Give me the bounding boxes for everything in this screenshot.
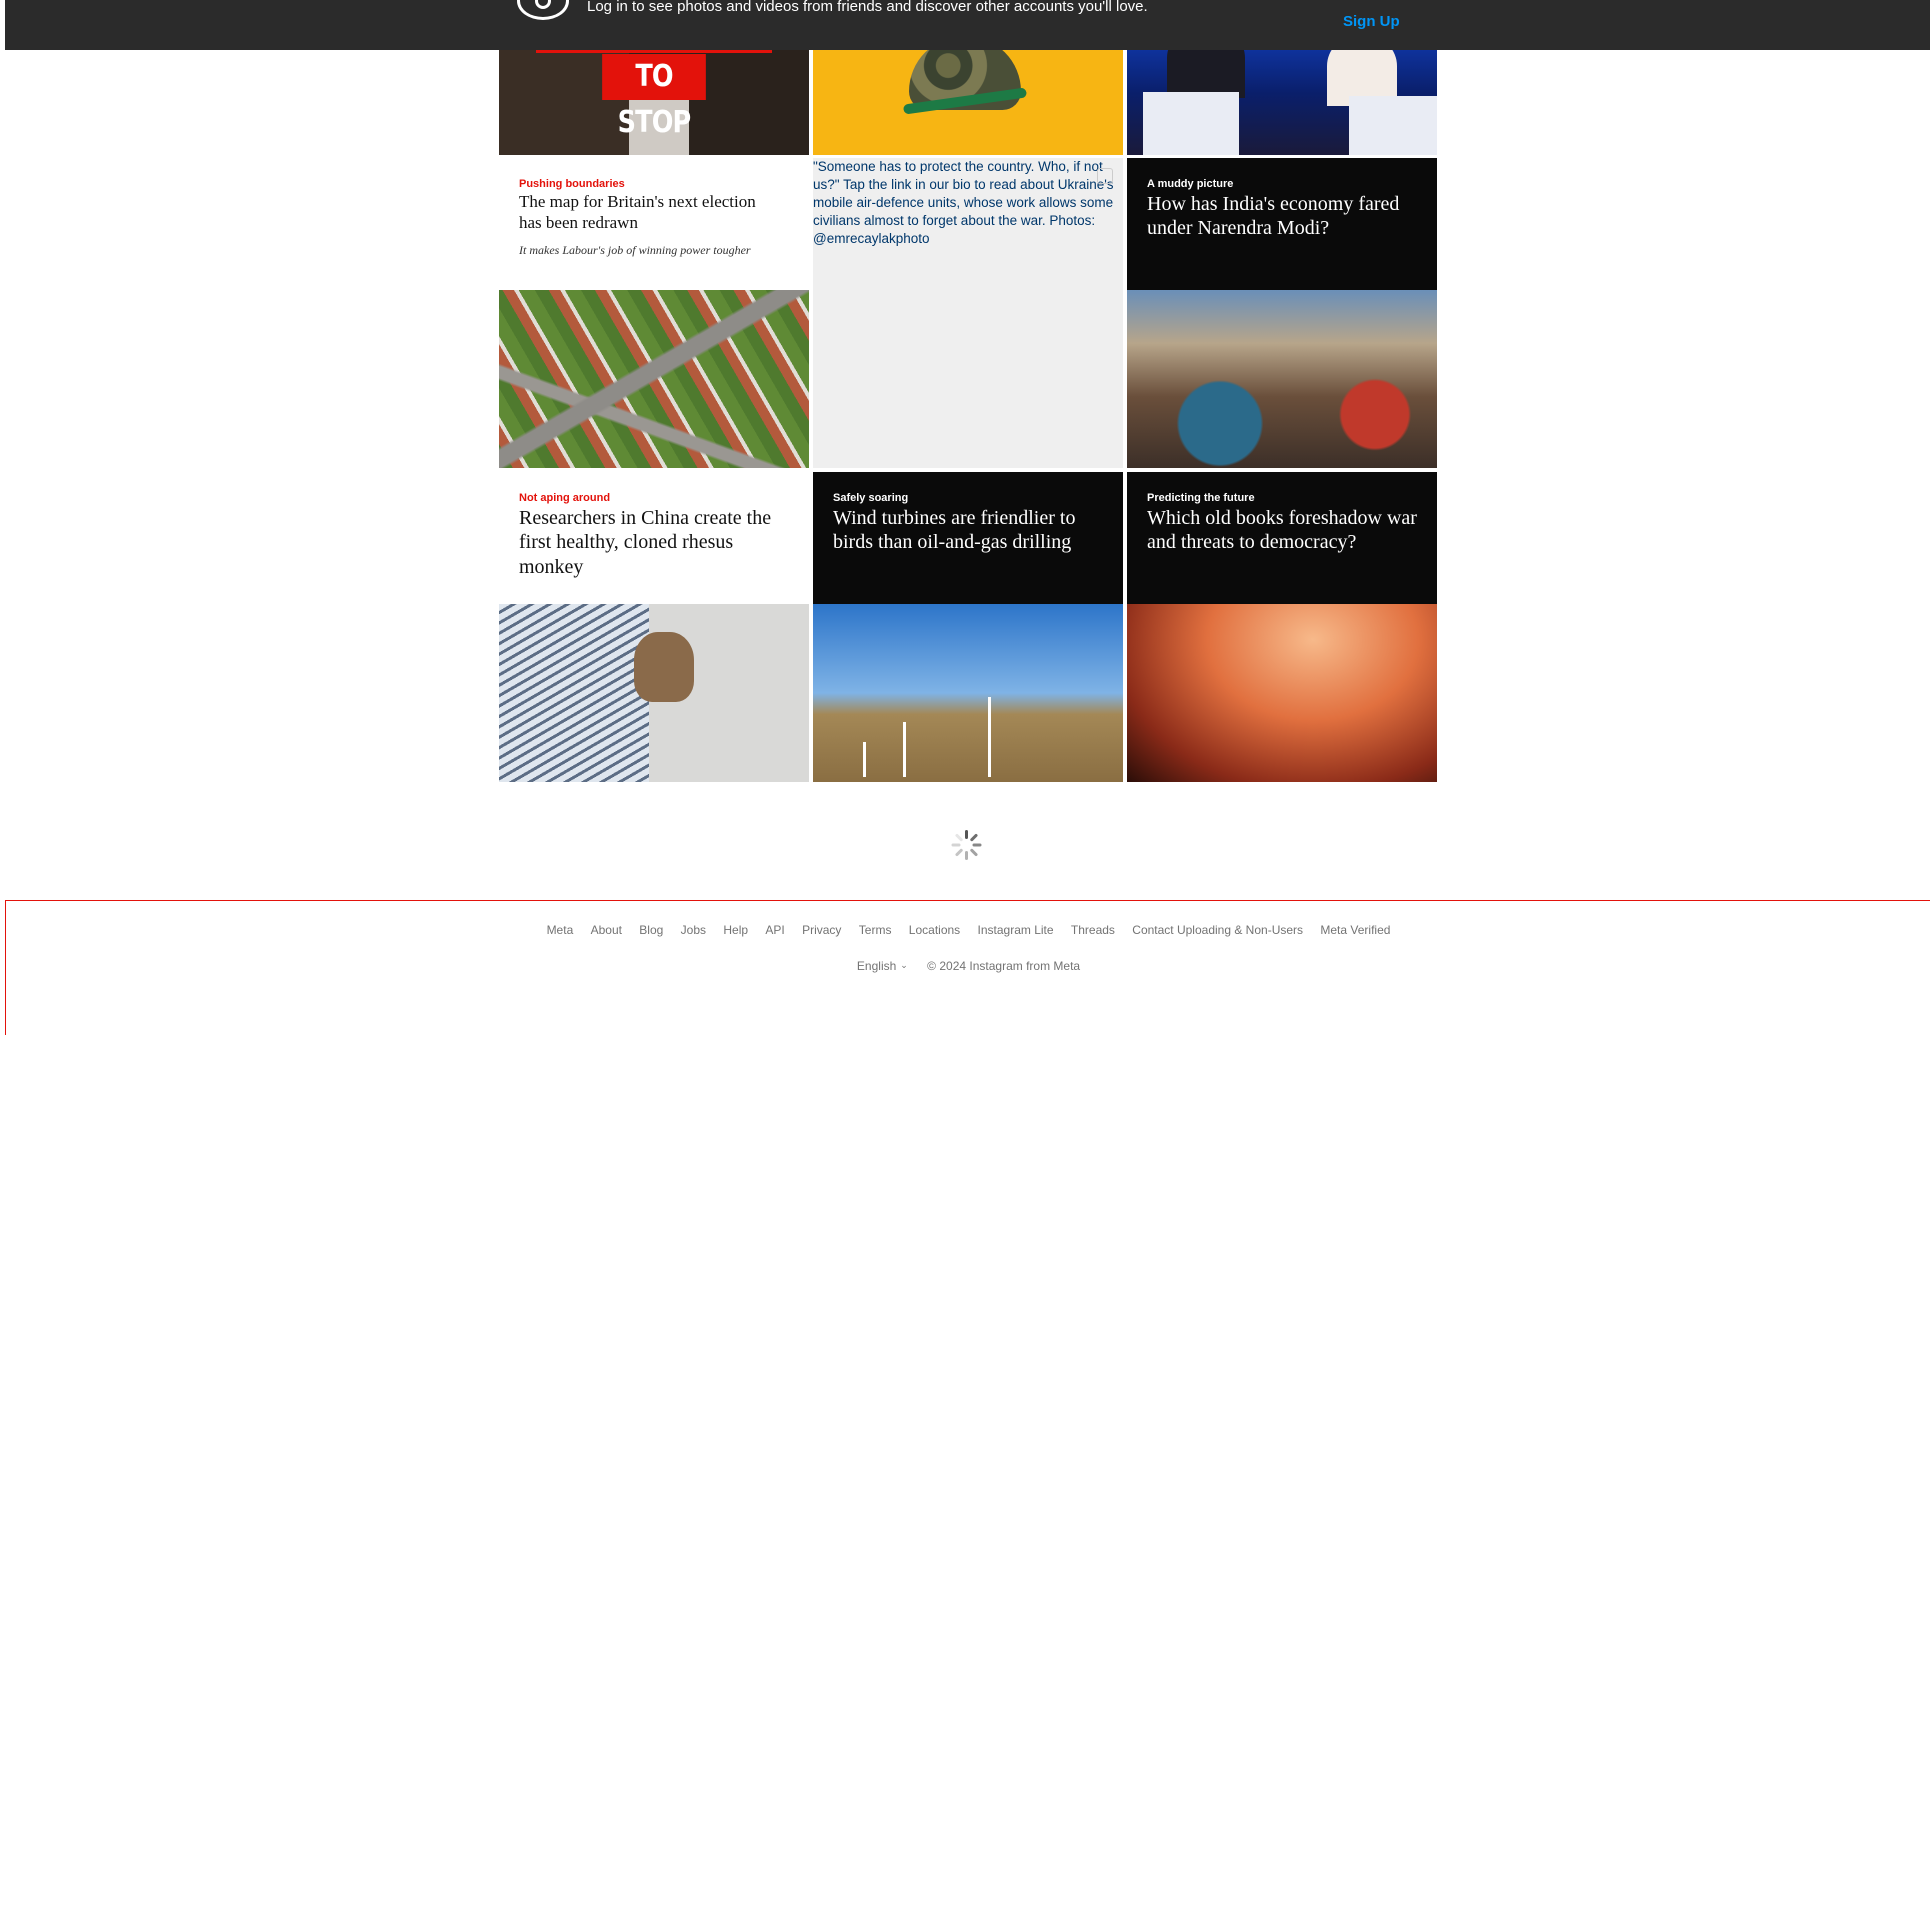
post-tile[interactable]: Predicting the future Which old books fo… — [1127, 472, 1437, 782]
podium-left — [1143, 92, 1239, 155]
footer-link-meta-verified[interactable]: Meta Verified — [1320, 923, 1390, 937]
sign-up-button[interactable]: Sign Up — [1343, 13, 1400, 30]
instagram-logo-icon — [517, 0, 569, 20]
footer-link-privacy[interactable]: Privacy — [802, 923, 841, 937]
post-kicker: Predicting the future — [1147, 492, 1255, 504]
footer-link-api[interactable]: API — [765, 923, 784, 937]
wind-turbine-image — [813, 604, 1123, 782]
post-headline: The map for Britain's next election has … — [519, 192, 756, 232]
post-tile[interactable]: A muddy picture How has India's economy … — [1127, 158, 1437, 468]
sunset-battle-image — [1127, 604, 1437, 782]
post-headline: Which old books foreshadow war and threa… — [1147, 507, 1417, 554]
post-kicker: A muddy picture — [1147, 178, 1234, 190]
footer-link-meta[interactable]: Meta — [547, 923, 574, 937]
post-headline: Researchers in China create the first he… — [519, 507, 772, 578]
footer: Meta About Blog Jobs Help API Privacy Te… — [5, 900, 1930, 1035]
india-street-image — [1127, 290, 1437, 468]
footer-link-help[interactable]: Help — [723, 923, 748, 937]
image-alt-text: "Someone has to protect the country. Who… — [813, 159, 1114, 246]
tile-image-text: TO STOP AI — [602, 54, 706, 155]
podium-right — [1349, 96, 1437, 155]
post-tile[interactable]: Pushing boundaries The map for Britain's… — [499, 158, 809, 468]
copyright: © 2024 Instagram from Meta — [927, 959, 1081, 973]
aerial-housing-image — [499, 290, 809, 468]
turbine-tower — [863, 742, 866, 777]
footer-link-locations[interactable]: Locations — [909, 923, 960, 937]
post-kicker: Pushing boundaries — [519, 178, 625, 190]
carousel-icon — [1097, 168, 1113, 184]
post-kicker: Safely soaring — [833, 492, 909, 504]
footer-links: Meta About Blog Jobs Help API Privacy Te… — [6, 923, 1930, 937]
post-tile[interactable]: Not aping around Researchers in China cr… — [499, 472, 809, 782]
loading-spinner-icon — [951, 829, 983, 861]
turbine-tower — [988, 697, 991, 777]
footer-bottom: English ⌄ © 2024 Instagram from Meta — [6, 959, 1930, 973]
post-kicker: Not aping around — [519, 492, 611, 504]
footer-link-about[interactable]: About — [591, 923, 622, 937]
language-select[interactable]: English ⌄ — [857, 959, 908, 973]
chevron-down-icon: ⌄ — [900, 960, 908, 970]
language-label: English — [856, 959, 897, 973]
banner-message: Log in to see photos and videos from fri… — [587, 0, 1148, 15]
login-banner: Log in to see photos and videos from fri… — [5, 0, 1930, 50]
footer-link-instagram-lite[interactable]: Instagram Lite — [978, 923, 1054, 937]
post-tile-broken-image[interactable]: "Someone has to protect the country. Who… — [813, 158, 1123, 468]
post-tile[interactable]: Safely soaring Wind turbines are friendl… — [813, 472, 1123, 782]
footer-link-contact-uploading[interactable]: Contact Uploading & Non-Users — [1132, 923, 1303, 937]
footer-link-threads[interactable]: Threads — [1071, 923, 1115, 937]
post-grid: TO STOP AI Pushing boundaries The map fo… — [499, 0, 1437, 783]
post-headline: Wind turbines are friendlier to birds th… — [833, 507, 1076, 554]
footer-link-jobs[interactable]: Jobs — [681, 923, 706, 937]
footer-link-terms[interactable]: Terms — [859, 923, 892, 937]
rhesus-monkey — [634, 632, 694, 702]
post-subheadline: It makes Labour's job of winning power t… — [519, 243, 751, 257]
post-headline: How has India's economy fared under Nare… — [1147, 193, 1400, 240]
footer-link-blog[interactable]: Blog — [639, 923, 663, 937]
turbine-tower — [903, 722, 906, 777]
